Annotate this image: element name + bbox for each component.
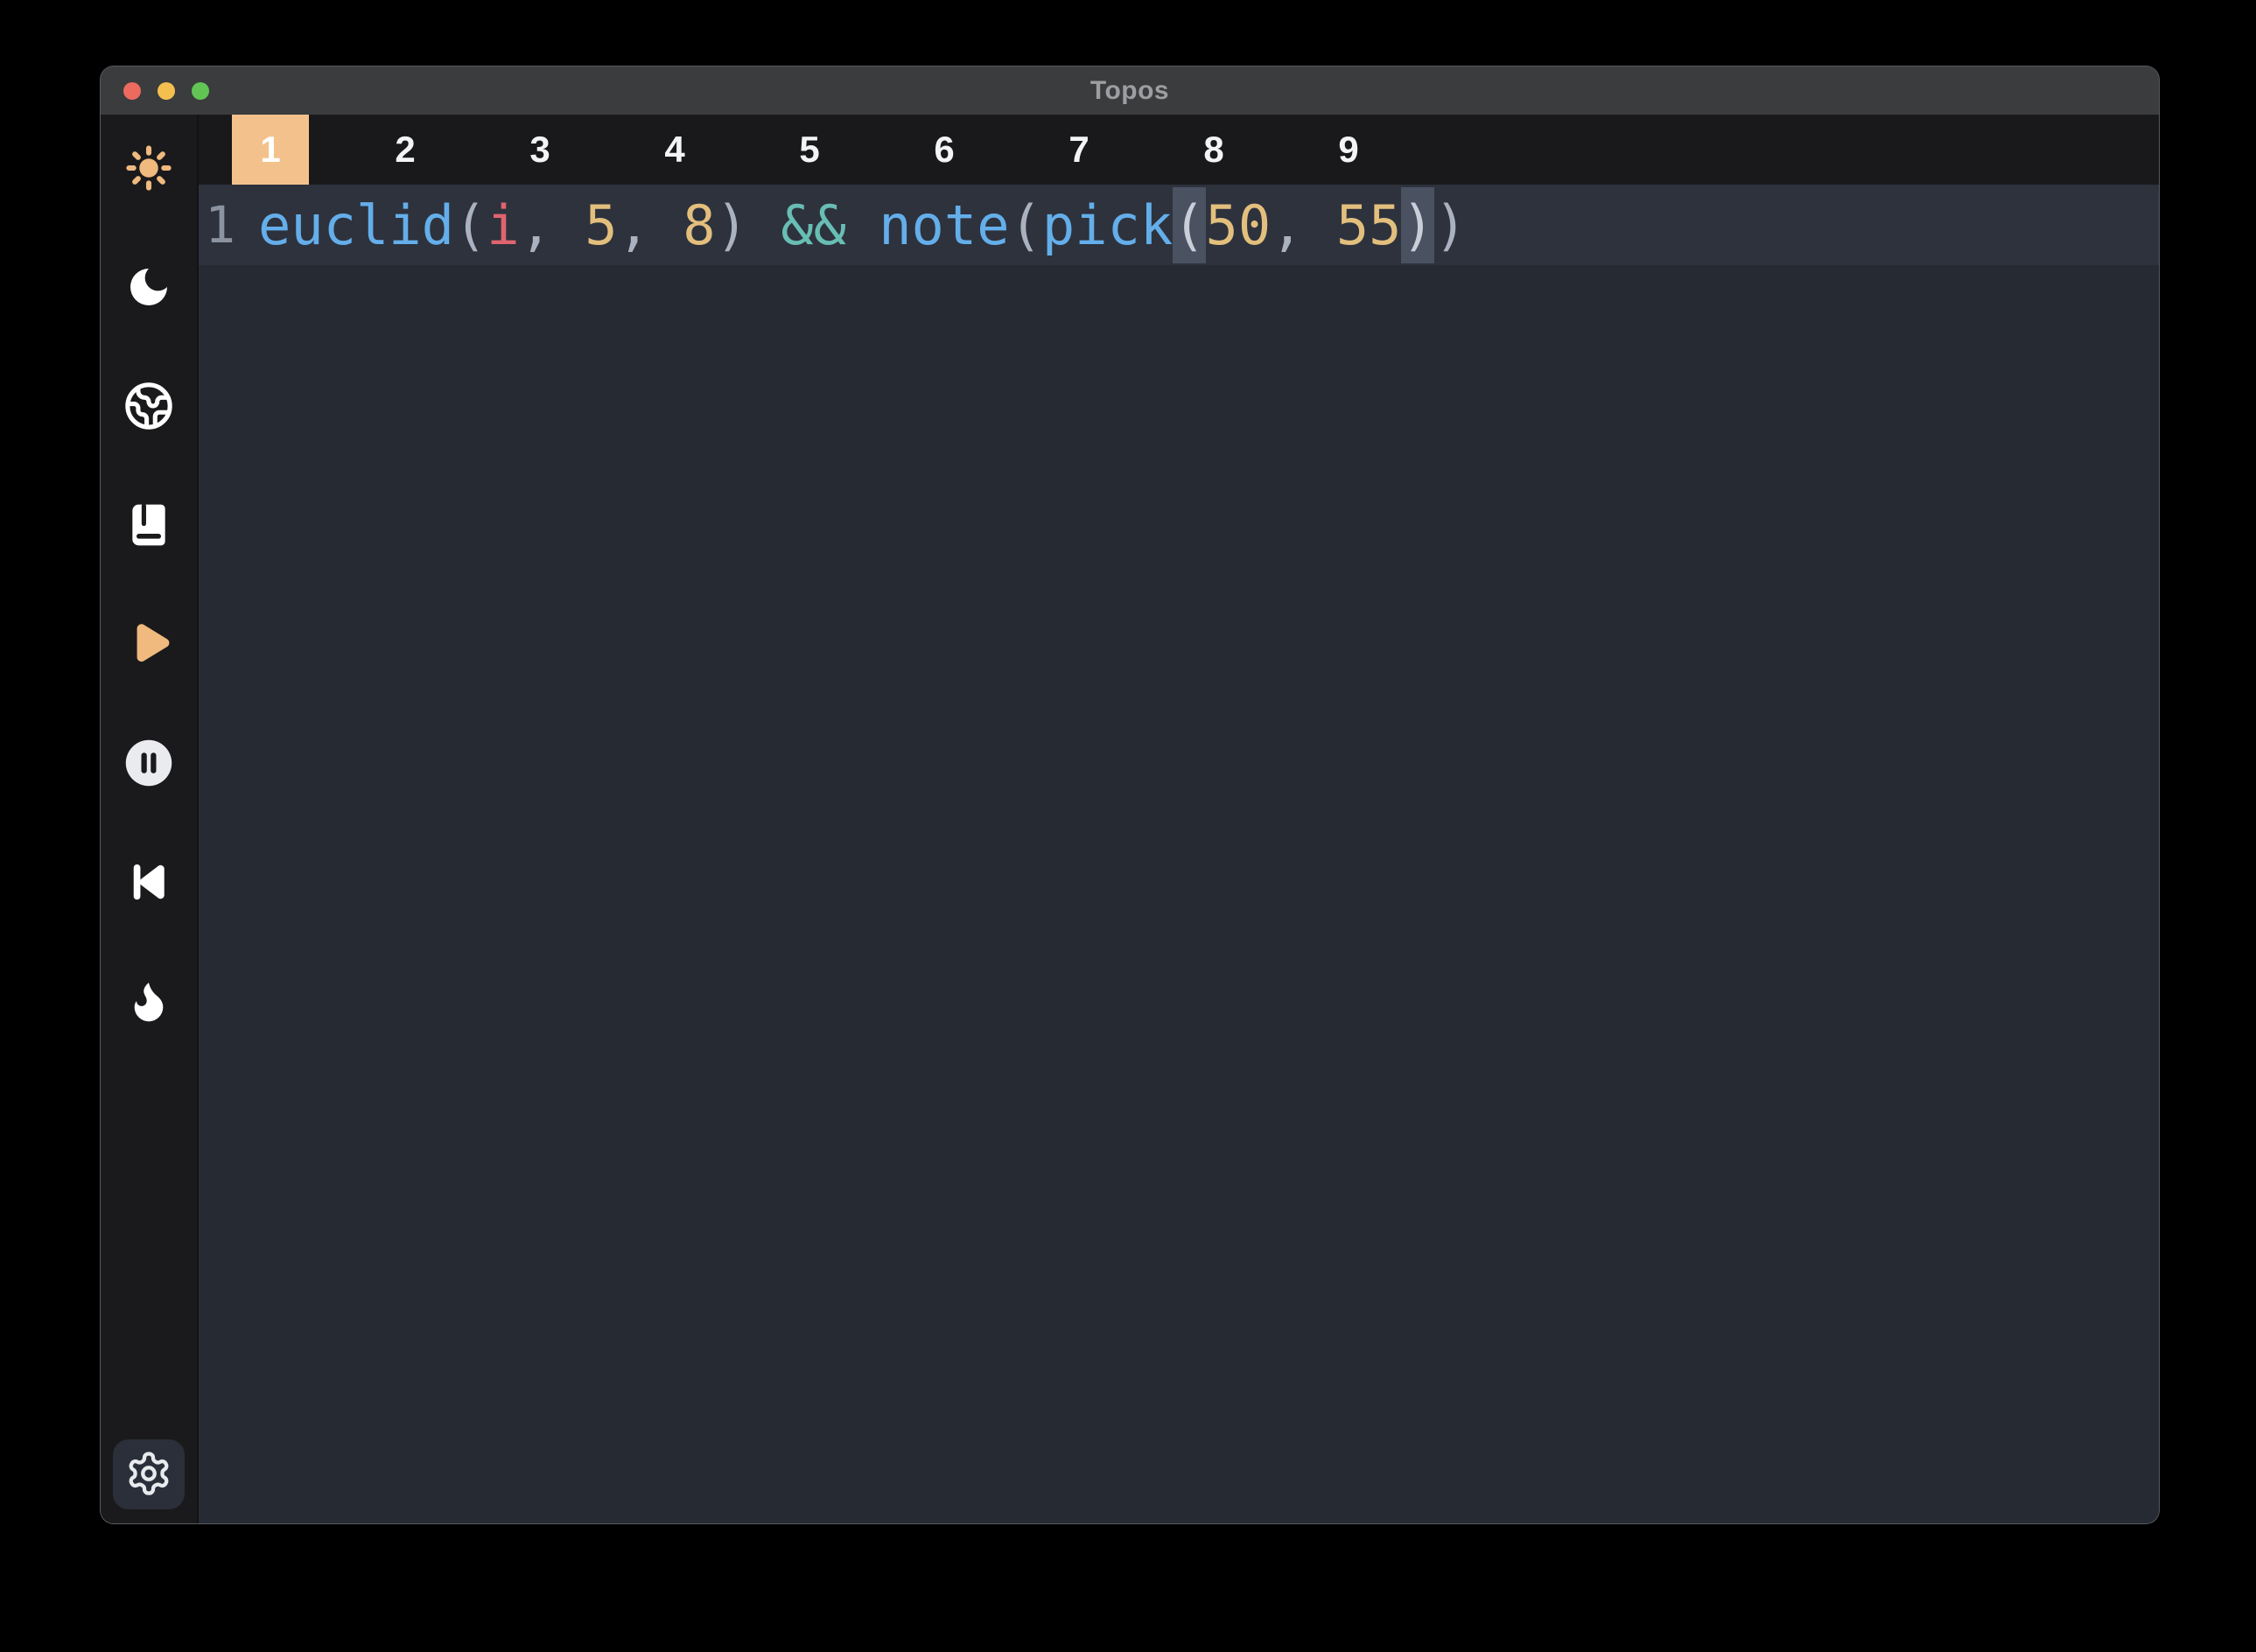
sidebar-item-rewind[interactable]: [114, 848, 184, 918]
gear-icon: [125, 1450, 172, 1500]
tab-8[interactable]: 8: [1175, 115, 1252, 185]
settings-button[interactable]: [113, 1439, 185, 1509]
tab-7[interactable]: 7: [1040, 115, 1117, 185]
code-token: 8: [683, 193, 715, 257]
tab-1[interactable]: 1: [232, 115, 309, 185]
code-token: note: [879, 193, 1009, 257]
window-title: Topos: [1090, 76, 1169, 106]
tab-3[interactable]: 3: [501, 115, 578, 185]
pause-icon: [123, 737, 175, 792]
code-token: (: [454, 193, 487, 257]
titlebar[interactable]: Topos: [101, 66, 2159, 115]
flame-icon: [124, 976, 173, 1028]
code-token: euclid: [258, 193, 454, 257]
active-code-line: 1 euclid(i, 5, 8) && note(pick(50, 55)): [199, 185, 2159, 265]
sidebar-item-globe[interactable]: [114, 372, 184, 442]
moon-icon: [124, 262, 173, 314]
zoom-button[interactable]: [192, 82, 209, 100]
sidebar: [101, 115, 199, 1523]
code-content: euclid(i, 5, 8) && note(pick(50, 55)): [258, 193, 1467, 257]
code-token: 5: [585, 193, 617, 257]
tab-5[interactable]: 5: [771, 115, 848, 185]
app-window: Topos 123456789 1 euclid(i, 5, 8) && not…: [100, 66, 2160, 1524]
skip-back-icon: [124, 858, 173, 909]
code-token: &&: [781, 193, 846, 257]
earth-icon: [123, 381, 174, 434]
tab-bar: 123456789: [199, 115, 2159, 185]
sidebar-item-docs[interactable]: [114, 491, 184, 561]
code-token: i: [487, 193, 519, 257]
sidebar-item-pause[interactable]: [114, 729, 184, 799]
code-token: ): [1434, 193, 1467, 257]
code-token: ,: [618, 193, 683, 257]
desktop-background: Topos 123456789 1 euclid(i, 5, 8) && not…: [0, 0, 2256, 1652]
tab-2[interactable]: 2: [367, 115, 444, 185]
code-token: ): [1401, 187, 1433, 263]
code-token: ,: [1271, 193, 1336, 257]
code-editor[interactable]: 1 euclid(i, 5, 8) && note(pick(50, 55)): [199, 185, 2159, 1523]
play-icon: [122, 617, 176, 674]
code-token: [846, 193, 879, 257]
code-token: 50: [1206, 193, 1272, 257]
close-button[interactable]: [123, 82, 141, 100]
book-icon: [124, 500, 173, 552]
sidebar-item-light-theme[interactable]: [114, 134, 184, 204]
sidebar-item-dark-theme[interactable]: [114, 253, 184, 323]
line-number: 1: [199, 195, 235, 255]
code-token: (: [1010, 193, 1042, 257]
code-token: 55: [1336, 193, 1402, 257]
tab-9[interactable]: 9: [1310, 115, 1387, 185]
code-token: ,: [520, 193, 585, 257]
sidebar-item-flame[interactable]: [114, 967, 184, 1037]
tab-6[interactable]: 6: [906, 115, 983, 185]
code-token: pick: [1042, 193, 1173, 257]
main-area: 123456789 1 euclid(i, 5, 8) && note(pick…: [101, 115, 2159, 1523]
minimize-button[interactable]: [158, 82, 175, 100]
sidebar-item-play[interactable]: [114, 610, 184, 680]
sun-icon: [124, 144, 173, 195]
code-token: (: [1173, 187, 1205, 263]
traffic-lights: [123, 66, 209, 115]
tab-4[interactable]: 4: [636, 115, 713, 185]
content-area: 123456789 1 euclid(i, 5, 8) && note(pick…: [199, 115, 2159, 1523]
code-token: ): [716, 193, 781, 257]
